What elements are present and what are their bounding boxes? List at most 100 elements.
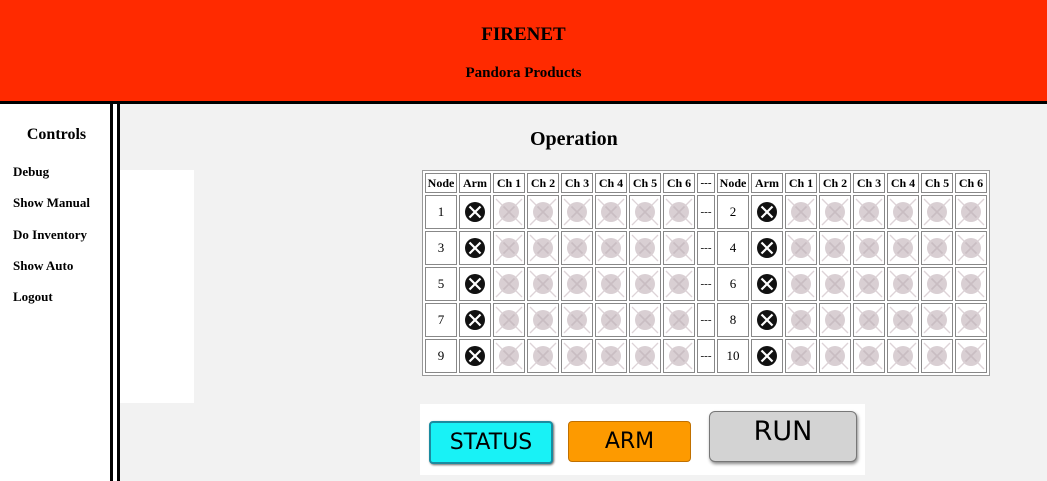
channel-cell-ch4 bbox=[887, 339, 919, 373]
disabled-channel-icon[interactable] bbox=[529, 342, 557, 370]
disabled-channel-icon[interactable] bbox=[529, 270, 557, 298]
channel-cell-ch4 bbox=[595, 195, 627, 229]
header-ch2: Ch 2 bbox=[527, 173, 559, 193]
channel-cell-ch1 bbox=[493, 267, 525, 301]
disabled-channel-icon[interactable] bbox=[787, 234, 815, 262]
disabled-channel-icon[interactable] bbox=[787, 198, 815, 226]
disabled-channel-icon[interactable] bbox=[923, 342, 951, 370]
disabled-channel-icon[interactable] bbox=[923, 198, 951, 226]
debug-link[interactable]: Debug bbox=[13, 164, 49, 180]
armed-icon[interactable] bbox=[464, 237, 486, 259]
armed-icon[interactable] bbox=[464, 309, 486, 331]
disabled-channel-icon[interactable] bbox=[787, 342, 815, 370]
disabled-channel-icon[interactable] bbox=[563, 234, 591, 262]
disabled-channel-icon[interactable] bbox=[495, 306, 523, 334]
armed-icon[interactable] bbox=[464, 201, 486, 223]
disabled-channel-icon[interactable] bbox=[957, 306, 985, 334]
disabled-channel-icon[interactable] bbox=[889, 234, 917, 262]
disabled-channel-icon[interactable] bbox=[665, 306, 693, 334]
node-number: 10 bbox=[717, 339, 749, 373]
channel-cell-ch1 bbox=[493, 231, 525, 265]
channel-cell-ch5 bbox=[921, 231, 953, 265]
disabled-channel-icon[interactable] bbox=[631, 306, 659, 334]
node-number: 1 bbox=[425, 195, 457, 229]
app-subtitle: Pandora Products bbox=[465, 65, 582, 81]
show-manual-link[interactable]: Show Manual bbox=[13, 195, 90, 211]
disabled-channel-icon[interactable] bbox=[855, 198, 883, 226]
disabled-channel-icon[interactable] bbox=[665, 198, 693, 226]
disabled-channel-icon[interactable] bbox=[563, 342, 591, 370]
channel-cell-ch2 bbox=[527, 231, 559, 265]
disabled-channel-icon[interactable] bbox=[821, 234, 849, 262]
disabled-channel-icon[interactable] bbox=[923, 234, 951, 262]
disabled-channel-icon[interactable] bbox=[563, 270, 591, 298]
armed-icon[interactable] bbox=[756, 237, 778, 259]
channel-cell-ch4 bbox=[887, 195, 919, 229]
armed-icon[interactable] bbox=[756, 201, 778, 223]
disabled-channel-icon[interactable] bbox=[631, 234, 659, 262]
disabled-channel-icon[interactable] bbox=[495, 198, 523, 226]
disabled-channel-icon[interactable] bbox=[821, 306, 849, 334]
disabled-channel-icon[interactable] bbox=[495, 234, 523, 262]
channel-cell-ch4 bbox=[887, 231, 919, 265]
channel-cell-ch3 bbox=[853, 195, 885, 229]
disabled-channel-icon[interactable] bbox=[957, 342, 985, 370]
disabled-channel-icon[interactable] bbox=[923, 270, 951, 298]
disabled-channel-icon[interactable] bbox=[889, 270, 917, 298]
disabled-channel-icon[interactable] bbox=[821, 270, 849, 298]
armed-icon[interactable] bbox=[756, 345, 778, 367]
armed-icon[interactable] bbox=[756, 309, 778, 331]
do-inventory-link[interactable]: Do Inventory bbox=[13, 227, 87, 243]
logout-link[interactable]: Logout bbox=[13, 289, 53, 305]
disabled-channel-icon[interactable] bbox=[597, 234, 625, 262]
separator-cell: --- bbox=[697, 195, 715, 229]
disabled-channel-icon[interactable] bbox=[631, 198, 659, 226]
disabled-channel-icon[interactable] bbox=[529, 306, 557, 334]
disabled-channel-icon[interactable] bbox=[563, 306, 591, 334]
channel-cell-ch6 bbox=[955, 231, 987, 265]
disabled-channel-icon[interactable] bbox=[889, 306, 917, 334]
disabled-channel-icon[interactable] bbox=[855, 270, 883, 298]
channel-cell-ch4 bbox=[595, 267, 627, 301]
armed-icon[interactable] bbox=[464, 273, 486, 295]
disabled-channel-icon[interactable] bbox=[631, 342, 659, 370]
disabled-channel-icon[interactable] bbox=[529, 234, 557, 262]
disabled-channel-icon[interactable] bbox=[665, 342, 693, 370]
disabled-channel-icon[interactable] bbox=[597, 198, 625, 226]
status-button[interactable]: STATUS bbox=[429, 421, 553, 464]
disabled-channel-icon[interactable] bbox=[957, 198, 985, 226]
show-auto-link[interactable]: Show Auto bbox=[13, 258, 73, 274]
disabled-channel-icon[interactable] bbox=[787, 270, 815, 298]
disabled-channel-icon[interactable] bbox=[563, 198, 591, 226]
disabled-channel-icon[interactable] bbox=[665, 234, 693, 262]
run-button[interactable]: RUN bbox=[709, 411, 857, 462]
disabled-channel-icon[interactable] bbox=[957, 270, 985, 298]
disabled-channel-icon[interactable] bbox=[665, 270, 693, 298]
disabled-channel-icon[interactable] bbox=[597, 270, 625, 298]
disabled-channel-icon[interactable] bbox=[821, 342, 849, 370]
channel-cell-ch5 bbox=[921, 303, 953, 337]
armed-icon[interactable] bbox=[464, 345, 486, 367]
disabled-channel-icon[interactable] bbox=[495, 270, 523, 298]
disabled-channel-icon[interactable] bbox=[495, 342, 523, 370]
disabled-channel-icon[interactable] bbox=[889, 342, 917, 370]
arm-button[interactable]: ARM bbox=[568, 421, 691, 462]
channel-cell-ch6 bbox=[663, 339, 695, 373]
disabled-channel-icon[interactable] bbox=[529, 198, 557, 226]
disabled-channel-icon[interactable] bbox=[855, 342, 883, 370]
disabled-channel-icon[interactable] bbox=[923, 306, 951, 334]
disabled-channel-icon[interactable] bbox=[957, 234, 985, 262]
disabled-channel-icon[interactable] bbox=[855, 306, 883, 334]
channel-cell-ch3 bbox=[561, 267, 593, 301]
header-node: Node bbox=[717, 173, 749, 193]
armed-icon[interactable] bbox=[756, 273, 778, 295]
disabled-channel-icon[interactable] bbox=[855, 234, 883, 262]
disabled-channel-icon[interactable] bbox=[597, 342, 625, 370]
operation-title: Operation bbox=[530, 128, 618, 150]
disabled-channel-icon[interactable] bbox=[787, 306, 815, 334]
disabled-channel-icon[interactable] bbox=[821, 198, 849, 226]
disabled-channel-icon[interactable] bbox=[597, 306, 625, 334]
disabled-channel-icon[interactable] bbox=[631, 270, 659, 298]
node-number: 7 bbox=[425, 303, 457, 337]
disabled-channel-icon[interactable] bbox=[889, 198, 917, 226]
